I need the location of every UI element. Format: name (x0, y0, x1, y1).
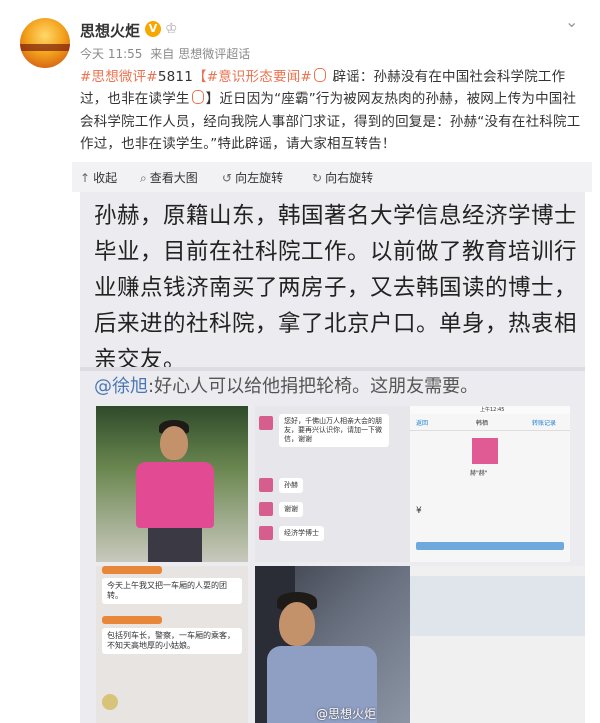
rotate-left-button[interactable]: ↺ 向左旋转 (222, 169, 283, 186)
photo-man-pink-shirt (96, 406, 248, 562)
chat-avatar (259, 502, 273, 516)
phone-name: 赫"赫" (470, 470, 488, 477)
chevron-down-icon[interactable]: ⌄ (565, 12, 578, 31)
phone-signature-glyph: ¥ (416, 506, 422, 516)
member-crown-icon: ♔ (165, 21, 178, 37)
image-divider (80, 367, 585, 371)
face (160, 426, 188, 460)
source-prefix: 来自 (150, 47, 175, 61)
phone-status-bar: 上午12:45 (410, 406, 570, 414)
phone-back: 返回 (416, 420, 429, 427)
collapse-label: 收起 (93, 171, 118, 185)
view-large-label: 查看大图 (149, 171, 198, 185)
rotate-left-label: 向左旋转 (235, 171, 284, 185)
collapse-icon: ↑ (80, 171, 91, 185)
mention-handle: @徐旭 (94, 376, 148, 397)
microphone-icon (191, 90, 204, 105)
train-window (410, 566, 585, 723)
author-name[interactable]: 思想火炬 (80, 20, 140, 41)
phone-avatar (472, 438, 498, 464)
chat-avatar (259, 526, 273, 540)
post-number: 5811 (157, 69, 193, 85)
image-mention: @徐旭:好心人可以给他捐把轮椅。这朋友需要。 (94, 372, 478, 398)
hashtag-yishi[interactable]: 【#意识形态要闻# (193, 69, 312, 85)
avatar-band (20, 44, 70, 51)
pants (148, 528, 202, 562)
post-time[interactable]: 今天 11:55 (80, 47, 142, 61)
phone-action: 转账记录 (532, 420, 557, 427)
rotate-left-icon: ↺ (222, 171, 233, 185)
photo-man-on-train (255, 566, 410, 723)
chat-reply: 孙赫 (279, 478, 303, 493)
phone-screenshot: 上午12:45 返回 韩栖 转账记录 赫"赫" ¥ (410, 406, 570, 562)
redacted-name (102, 566, 162, 574)
post-image[interactable]: 孙赫，原籍山东，韩国著名大学信息经济学博士毕业，目前在社科院工作。以前做了教育培… (80, 192, 585, 723)
pink-shirt (136, 462, 214, 528)
chat-message: 今天上午我又把一车厢的人耍的团转。 (102, 578, 242, 604)
emoji-icon (102, 694, 118, 710)
chat-screenshot-1: 您好，千佛山万人相亲大会的朋友，要再兴认识你，请加一下微信，谢谢 孙赫 谢谢 经… (255, 406, 410, 562)
chat-message: 您好，千佛山万人相亲大会的朋友，要再兴认识你，请加一下微信，谢谢 (279, 414, 389, 447)
bracket-close: 】 (205, 91, 220, 108)
chat-avatar (259, 416, 273, 430)
phone-nav: 返回 韩栖 转账记录 (410, 414, 570, 431)
microphone-icon (313, 68, 326, 82)
redacted-name (102, 616, 162, 624)
collapse-button[interactable]: ↑ 收起 (80, 169, 117, 186)
hashtag-weiping[interactable]: #思想微评# (80, 69, 158, 85)
image-toolbar: ↑ 收起 ⌕ 查看大图 ↺ 向左旋转 ↻ 向右旋转 (72, 162, 592, 192)
mention-text: :好心人可以给他捐把轮椅。这朋友需要。 (148, 376, 479, 397)
chat-reply: 经济学博士 (279, 526, 324, 541)
image-big-text: 孙赫，原籍山东，韩国著名大学信息经济学博士毕业，目前在社科院工作。以前做了教育培… (94, 203, 578, 373)
verified-icon: V (145, 21, 161, 37)
image-watermark: @思想火炬 (316, 707, 377, 721)
phone-time: 上午12:45 (480, 407, 505, 413)
window-glass (410, 576, 585, 636)
phone-title: 韩栖 (476, 420, 489, 427)
chat-avatar (259, 478, 273, 492)
rotate-right-icon: ↻ (312, 171, 323, 185)
view-large-button[interactable]: ⌕ 查看大图 (140, 169, 198, 186)
magnifier-icon: ⌕ (140, 171, 147, 185)
chat-reply: 谢谢 (279, 502, 303, 517)
post-meta: 今天 11:55 来自 思想微评超话 (80, 45, 254, 62)
post-source[interactable]: 思想微评超话 (178, 47, 250, 61)
chat-message: 包括列车长，警察，一车厢的乘客，不知天高地厚的小姑娘。 (102, 628, 242, 654)
phone-blue-bar (416, 542, 564, 550)
rotate-right-button[interactable]: ↻ 向右旋转 (312, 169, 373, 186)
rotate-right-label: 向右旋转 (325, 171, 374, 185)
post-text: #思想微评#5811【#意识形态要闻# 辟谣：孙赫没有在中国社会科学院工作过，也… (80, 66, 585, 155)
chat-screenshot-2: 今天上午我又把一车厢的人耍的团转。 包括列车长，警察，一车厢的乘客，不知天高地厚… (96, 566, 248, 723)
face (279, 602, 315, 646)
avatar[interactable] (20, 18, 70, 68)
